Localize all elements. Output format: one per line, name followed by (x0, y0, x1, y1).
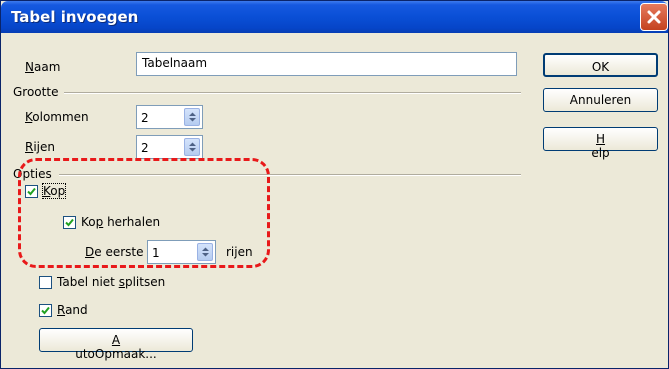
naam-label: Naam (25, 60, 61, 74)
title-bar[interactable]: Tabel invoegen (1, 1, 668, 33)
opties-separator (59, 174, 521, 176)
de-eerste-spin-buttons[interactable] (197, 243, 213, 261)
help-button-label: Help (591, 132, 610, 160)
rand-checkbox[interactable] (39, 304, 52, 317)
rijen-label: Rijen (25, 140, 55, 154)
rijen-spinner[interactable]: 2 (136, 135, 203, 159)
ok-button-label: OK (591, 60, 610, 74)
rijen-suffix-label: rijen (226, 245, 253, 259)
kop-herhalen-checkbox[interactable] (63, 216, 76, 229)
rand-label[interactable]: Rand (57, 303, 88, 317)
tabel-niet-splitsen-label[interactable]: Tabel niet splitsen (57, 275, 165, 289)
checkmark-icon (65, 218, 74, 227)
de-eerste-value: 1 (152, 246, 160, 260)
dialog-body: Naam Tabelnaam Grootte Kolommen 2 Rijen … (4, 33, 665, 365)
close-icon (647, 10, 661, 24)
kolommen-spin-buttons[interactable] (184, 108, 200, 126)
naam-input[interactable]: Tabelnaam (136, 52, 517, 76)
tabel-niet-splitsen-checkbox[interactable] (39, 276, 52, 289)
ok-button[interactable]: OK (543, 53, 658, 77)
autoopmaak-button[interactable]: AutoOpmaak... (39, 328, 193, 361)
grootte-label: Grootte (13, 85, 59, 99)
close-button[interactable] (640, 3, 668, 31)
checkmark-icon (41, 306, 50, 315)
kolommen-label: Kolommen (25, 110, 89, 124)
spin-arrows-icon (189, 142, 196, 152)
kop-checkbox[interactable] (25, 185, 38, 198)
checkmark-icon (27, 187, 36, 196)
kop-label[interactable]: Kop (41, 183, 67, 199)
kolommen-spinner[interactable]: 2 (136, 105, 203, 129)
kolommen-value: 2 (141, 111, 149, 125)
grootte-separator (64, 92, 521, 94)
spin-arrows-icon (202, 247, 209, 257)
rijen-value: 2 (141, 141, 149, 155)
opties-label: Opties (13, 167, 52, 181)
kop-herhalen-label[interactable]: Kop herhalen (81, 215, 160, 229)
annuleren-button-label: Annuleren (569, 93, 632, 107)
spin-arrows-icon (189, 112, 196, 122)
window-title: Tabel invoegen (11, 8, 139, 26)
help-button[interactable]: Help (543, 127, 658, 160)
annuleren-button[interactable]: Annuleren (543, 88, 658, 112)
de-eerste-spinner[interactable]: 1 (147, 240, 216, 264)
rijen-spin-buttons[interactable] (184, 138, 200, 156)
dialog-window: Tabel invoegen Naam Tabelnaam Grootte Ko… (0, 0, 669, 369)
de-eerste-label: De eerste (85, 245, 144, 259)
